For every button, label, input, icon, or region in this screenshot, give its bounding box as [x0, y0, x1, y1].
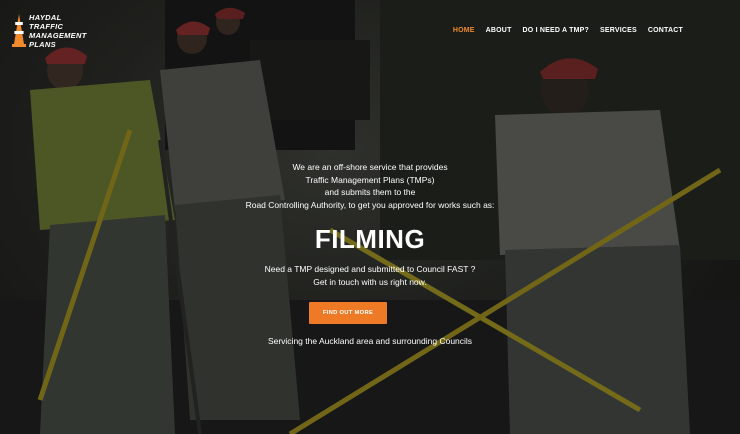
nav-home-link[interactable]: HOME — [453, 27, 475, 34]
nav-contact-link[interactable]: CONTACT — [648, 27, 683, 34]
nav-do-i-need-a-tmp-link[interactable]: DO I NEED A TMP? — [523, 27, 589, 34]
nav-about-link[interactable]: ABOUT — [486, 27, 512, 34]
sub-line: Need a TMP designed and submitted to Cou… — [264, 264, 476, 274]
main-nav: HOME ABOUT DO I NEED A TMP? SERVICES CON… — [453, 27, 683, 34]
service-area-text: Servicing the Auckland area and surround… — [267, 336, 473, 346]
intro-line: Traffic Management Plans (TMPs) — [305, 174, 435, 185]
intro-line: Road Controlling Authority, to get you a… — [245, 199, 495, 210]
dark-overlay — [0, 0, 740, 434]
intro-line: and submits them to the — [324, 187, 416, 197]
logo-line: MANAGEMENT — [29, 31, 87, 40]
brand-logo[interactable]: HAYDAL TRAFFIC MANAGEMENT PLANS — [12, 12, 102, 52]
logo-wordmark: HAYDAL TRAFFIC MANAGEMENT PLANS — [29, 13, 87, 49]
intro-line: We are an off-shore service that provide… — [292, 162, 448, 172]
logo-line: TRAFFIC — [29, 22, 64, 31]
logo-line: HAYDAL — [29, 13, 62, 22]
hero-intro: We are an off-shore service that provide… — [0, 161, 740, 211]
nav-services-link[interactable]: SERVICES — [600, 27, 637, 34]
logo-line: PLANS — [29, 40, 56, 49]
hero-subtext: Need a TMP designed and submitted to Cou… — [0, 263, 740, 288]
traffic-cone-icon — [12, 14, 26, 47]
hero-headline: FILMING — [314, 224, 426, 254]
find-out-more-button[interactable]: FIND OUT MORE — [309, 302, 387, 324]
hero-background — [0, 0, 740, 434]
sub-line: Get in touch with us right now. — [313, 276, 427, 287]
